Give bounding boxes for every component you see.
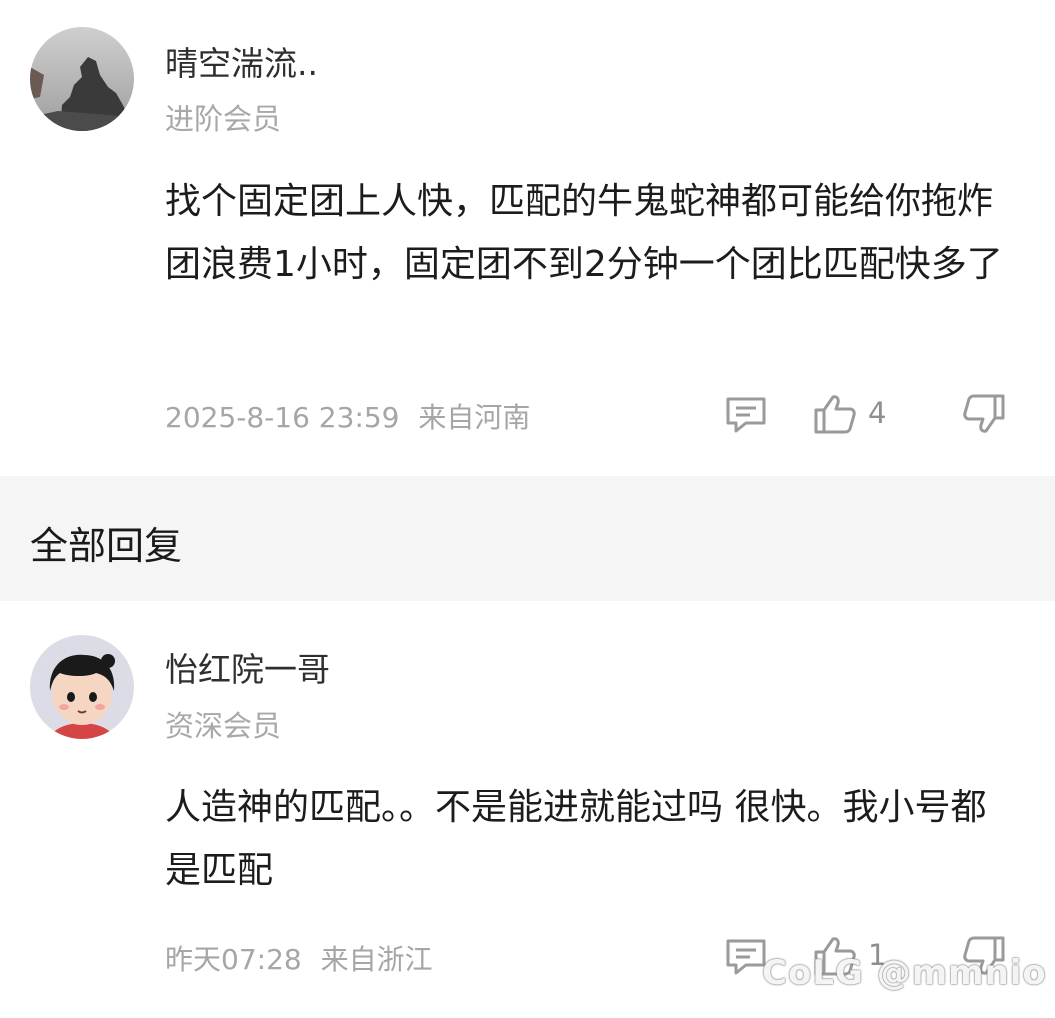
comment-text: 找个固定团上人快，匹配的牛鬼蛇神都可能给你拖炸团浪费1小时，固定团不到2分钟一个… [165, 181, 1003, 285]
username[interactable]: 怡红院一哥 [165, 643, 330, 691]
comment-meta: 2025-8-16 23:59 来自河南 [165, 396, 530, 436]
username[interactable]: 晴空湍流.. [165, 37, 318, 85]
section-title: 全部回复 [30, 524, 183, 568]
reply-icon[interactable] [724, 395, 768, 435]
thumbs-up-icon[interactable] [813, 393, 857, 435]
reply-meta: 昨天07:28 来自浙江 [165, 938, 433, 978]
reply-text: 人造神的匹配。。不是能进就能过吗 很快。我小号都是匹配 [165, 787, 987, 891]
avatar[interactable] [30, 27, 134, 131]
like-count: 4 [868, 396, 887, 430]
thumbs-down-icon[interactable] [962, 393, 1006, 435]
location: 来自河南 [418, 401, 531, 434]
member-level: 资深会员 [165, 709, 282, 743]
watermark: CoLG @mmnio [762, 953, 1047, 993]
timestamp: 昨天07:28 [165, 943, 302, 976]
timestamp: 2025-8-16 23:59 [165, 401, 400, 434]
main-comment: 晴空湍流.. 进阶会员 找个固定团上人快，匹配的牛鬼蛇神都可能给你拖炸团浪费1小… [0, 0, 1055, 476]
avatar[interactable] [30, 635, 134, 739]
location: 来自浙江 [320, 943, 433, 976]
member-level: 进阶会员 [165, 102, 282, 136]
